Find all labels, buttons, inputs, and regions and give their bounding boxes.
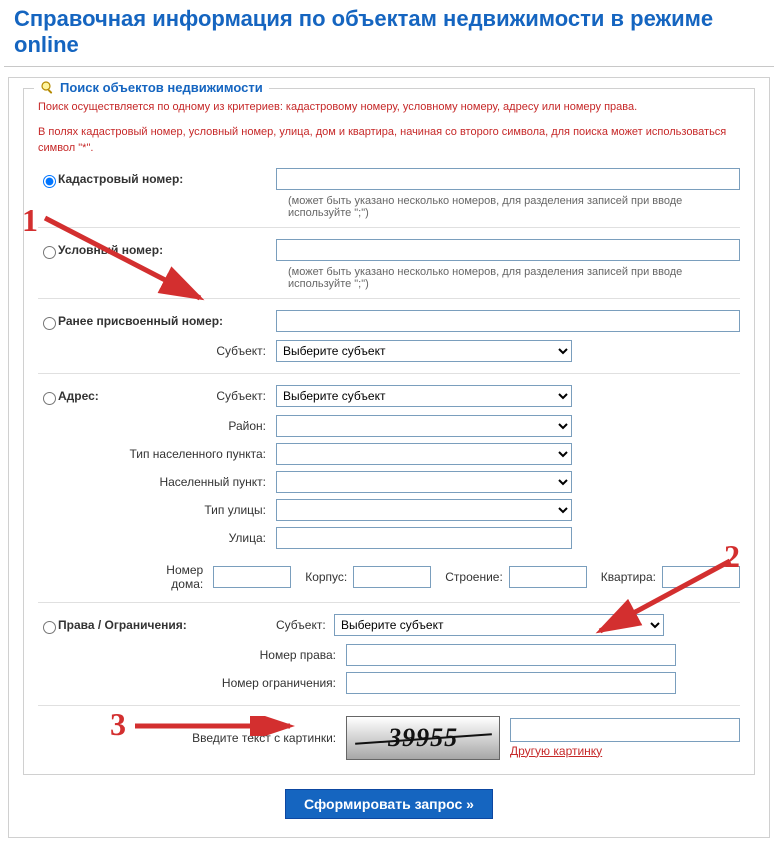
- row-district: Район:: [38, 412, 740, 440]
- submit-button[interactable]: Сформировать запрос »: [285, 789, 493, 819]
- label-settlement: Населенный пункт:: [140, 475, 276, 489]
- label-settlement-type: Тип населенного пункта:: [110, 447, 276, 461]
- input-house[interactable]: [213, 566, 291, 588]
- row-street: Улица:: [38, 524, 740, 552]
- label-prev: Ранее присвоенный номер:: [58, 314, 276, 328]
- legend-text: Поиск объектов недвижимости: [60, 80, 263, 95]
- input-restrict-no[interactable]: [346, 672, 676, 694]
- input-prev[interactable]: [276, 310, 740, 332]
- select-settlement-type[interactable]: [276, 443, 572, 465]
- page-title: Справочная информация по объектам недвиж…: [14, 6, 774, 58]
- label-building: Строение:: [445, 570, 503, 584]
- label-restrict-no: Номер ограничения:: [196, 676, 346, 690]
- row-prev-subject: Субъект: Выберите субъект: [38, 337, 740, 365]
- input-street[interactable]: [276, 527, 572, 549]
- label-rights-subject: Субъект:: [276, 618, 334, 632]
- select-settlement[interactable]: [276, 471, 572, 493]
- captcha-label: Введите текст с картинки:: [38, 731, 346, 745]
- row-address: Адрес: Субъект: Выберите субъект: [38, 382, 740, 410]
- fieldset-legend: Поиск объектов недвижимости: [34, 79, 269, 95]
- label-rights: Права / Ограничения:: [58, 618, 276, 632]
- label-conditional: Условный номер:: [58, 243, 276, 257]
- page: Справочная информация по объектам недвиж…: [0, 6, 778, 854]
- select-rights-subject[interactable]: Выберите субъект: [334, 614, 664, 636]
- captcha-image: 39955: [346, 716, 500, 760]
- divider: [38, 602, 740, 603]
- captcha-refresh-link[interactable]: Другую картинку: [510, 744, 740, 758]
- title-underline: [4, 66, 774, 67]
- label-district: Район:: [188, 419, 276, 433]
- row-settlement-type: Тип населенного пункта:: [38, 440, 740, 468]
- label-addr-subject: Субъект:: [188, 389, 276, 403]
- input-conditional[interactable]: [276, 239, 740, 261]
- label-house: Номер дома:: [132, 563, 213, 591]
- row-street-type: Тип улицы:: [38, 496, 740, 524]
- main-panel: Поиск объектов недвижимости Поиск осущес…: [8, 77, 770, 838]
- radio-prev[interactable]: [43, 317, 56, 330]
- label-cadastral: Кадастровый номер:: [58, 172, 276, 186]
- input-cadastral[interactable]: [276, 168, 740, 190]
- captcha-row: Введите текст с картинки: 39955 Другую к…: [38, 716, 740, 760]
- hint-line-1: Поиск осуществляется по одному из критер…: [38, 99, 740, 116]
- submit-row: Сформировать запрос »: [23, 789, 755, 819]
- label-korpus: Корпус:: [305, 570, 347, 584]
- search-fieldset: Поиск объектов недвижимости Поиск осущес…: [23, 88, 755, 775]
- hint-line-2: В полях кадастровый номер, условный номе…: [38, 124, 740, 157]
- input-captcha[interactable]: [510, 718, 740, 742]
- label-street-type: Тип улицы:: [188, 503, 276, 517]
- input-right-no[interactable]: [346, 644, 676, 666]
- select-district[interactable]: [276, 415, 572, 437]
- row-prev: Ранее присвоенный номер:: [38, 307, 740, 335]
- radio-address[interactable]: [43, 392, 56, 405]
- row-house: Номер дома: Корпус: Строение: Квартира:: [38, 560, 740, 594]
- label-prev-subject: Субъект:: [58, 344, 276, 358]
- label-street: Улица:: [188, 531, 276, 545]
- input-korpus[interactable]: [353, 566, 431, 588]
- select-addr-subject[interactable]: Выберите субъект: [276, 385, 572, 407]
- input-building[interactable]: [509, 566, 587, 588]
- search-icon: [40, 79, 56, 95]
- input-flat[interactable]: [662, 566, 740, 588]
- row-cadastral: Кадастровый номер:: [38, 165, 740, 193]
- label-address: Адрес:: [58, 389, 188, 403]
- divider: [38, 373, 740, 374]
- divider: [38, 298, 740, 299]
- label-right-no: Номер права:: [236, 648, 346, 662]
- row-conditional: Условный номер:: [38, 236, 740, 264]
- note-cadastral: (может быть указано несколько номеров, д…: [288, 195, 740, 219]
- divider: [38, 227, 740, 228]
- row-rights: Права / Ограничения: Субъект: Выберите с…: [38, 611, 740, 639]
- select-street-type[interactable]: [276, 499, 572, 521]
- radio-rights[interactable]: [43, 621, 56, 634]
- note-conditional: (может быть указано несколько номеров, д…: [288, 266, 740, 290]
- row-right-no: Номер права:: [38, 641, 740, 669]
- select-prev-subject[interactable]: Выберите субъект: [276, 340, 572, 362]
- divider: [38, 705, 740, 706]
- radio-cadastral[interactable]: [43, 175, 56, 188]
- row-settlement: Населенный пункт:: [38, 468, 740, 496]
- row-restrict-no: Номер ограничения:: [38, 669, 740, 697]
- radio-conditional[interactable]: [43, 246, 56, 259]
- label-flat: Квартира:: [601, 570, 656, 584]
